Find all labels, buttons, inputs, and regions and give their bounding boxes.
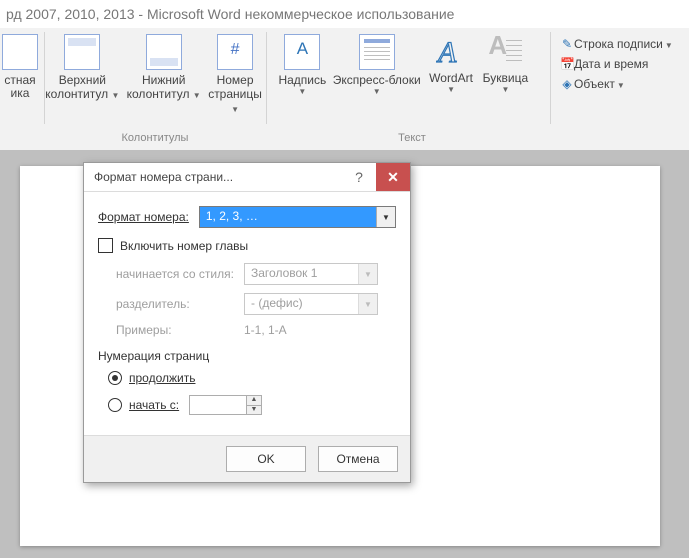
ribbon-group-hf: Колонтитулы (48, 132, 262, 144)
page-numbering-group: Нумерация страниц (98, 349, 396, 363)
chevron-down-icon: ▼ (231, 105, 239, 114)
separator-label: разделитель: (116, 297, 244, 311)
spin-down-icon[interactable]: ▼ (247, 406, 261, 415)
signature-icon: ✎ (560, 34, 574, 54)
chevron-down-icon: ▼ (331, 87, 423, 96)
ok-button[interactable]: OK (226, 446, 306, 472)
calendar-icon: 📅 (560, 54, 574, 74)
help-button[interactable]: ? (342, 163, 376, 191)
chevron-down-icon: ▼ (111, 91, 119, 100)
examples-value: 1-1, 1-A (244, 323, 287, 337)
chevron-down-icon: ▼ (665, 41, 673, 50)
chevron-down-icon: ▼ (376, 207, 395, 227)
number-format-combo[interactable]: 1, 2, 3, … ▼ (199, 206, 396, 228)
page-number-icon (217, 34, 253, 70)
number-format-label: Формат номера: (98, 210, 189, 224)
ribbon-group-text: Текст (278, 132, 546, 144)
ribbon-button-quick-parts[interactable]: Экспресс-блоки ▼ (331, 30, 423, 122)
spin-up-icon[interactable]: ▲ (247, 396, 261, 406)
textbox-icon (284, 34, 320, 70)
ribbon-button-object[interactable]: ◈Объект▼ (560, 74, 685, 94)
start-at-radio[interactable]: начать с: ▲▼ (108, 395, 396, 415)
header-icon (64, 34, 100, 70)
svg-text:A: A (436, 36, 457, 68)
start-at-input[interactable] (189, 395, 246, 415)
cancel-button[interactable]: Отмена (318, 446, 398, 472)
ribbon-button-signature-line[interactable]: ✎Строка подписи▼ (560, 34, 685, 54)
page-number-format-dialog: Формат номера страни... ? ✕ Формат номер… (83, 162, 411, 483)
chevron-down-icon: ▼ (277, 87, 327, 96)
chevron-down-icon: ▼ (193, 91, 201, 100)
dropcap-icon (488, 34, 522, 68)
dialog-title: Формат номера страни... (84, 170, 342, 184)
footer-icon (146, 34, 182, 70)
examples-label: Примеры: (116, 323, 244, 337)
ribbon-button-partial[interactable]: стная ика (0, 30, 40, 122)
chevron-down-icon: ▼ (426, 85, 476, 94)
continue-radio[interactable]: продолжить (108, 371, 396, 385)
chevron-down-icon: ▼ (358, 294, 377, 314)
quick-parts-icon (359, 34, 395, 70)
close-button[interactable]: ✕ (376, 163, 410, 191)
chevron-down-icon: ▼ (358, 264, 377, 284)
ribbon: стная ика Верхний колонтитул ▼ Нижний ко… (0, 28, 689, 151)
ribbon-button-footer[interactable]: Нижний колонтитул ▼ (125, 30, 203, 122)
ribbon-button-page-number[interactable]: Номер страницы ▼ (206, 30, 264, 122)
starts-with-style-label: начинается со стиля: (116, 267, 244, 281)
ribbon-button-dropcap[interactable]: Буквица ▼ (479, 30, 531, 122)
ribbon-button-header[interactable]: Верхний колонтитул ▼ (43, 30, 121, 122)
ribbon-button-wordart[interactable]: A WordArt ▼ (426, 30, 476, 122)
separator-combo: - (дефис) ▼ (244, 293, 378, 315)
chapter-style-combo: Заголовок 1 ▼ (244, 263, 378, 285)
wordart-icon: A (436, 34, 466, 68)
chevron-down-icon: ▼ (617, 81, 625, 90)
radio-icon (108, 398, 122, 412)
start-at-spinner[interactable]: ▲▼ (189, 395, 262, 415)
object-icon: ◈ (560, 74, 574, 94)
include-chapter-checkbox[interactable]: Включить номер главы (98, 238, 396, 253)
page-icon (2, 34, 38, 70)
window-title: рд 2007, 2010, 2013 - Microsoft Word нек… (0, 0, 689, 28)
ribbon-button-textbox[interactable]: Надпись ▼ (277, 30, 327, 122)
chevron-down-icon: ▼ (479, 85, 531, 94)
ribbon-button-date-time[interactable]: 📅Дата и время (560, 54, 685, 74)
radio-checked-icon (108, 371, 122, 385)
checkbox-icon (98, 238, 113, 253)
